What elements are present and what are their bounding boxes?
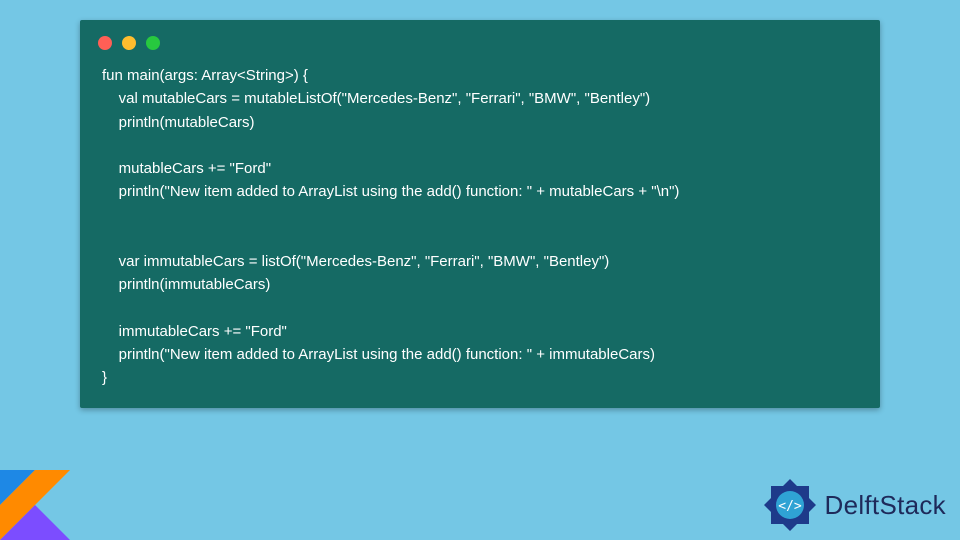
maximize-icon [146,36,160,50]
brand-block: </> DelftStack [761,476,947,534]
delftstack-logo-icon: </> [761,476,819,534]
close-icon [98,36,112,50]
brand-name: DelftStack [825,490,947,521]
minimize-icon [122,36,136,50]
code-content: fun main(args: Array<String>) { val muta… [80,58,880,390]
svg-text:</>: </> [778,499,802,514]
kotlin-logo-icon [0,470,70,540]
window-controls [80,20,880,58]
code-snippet-card: fun main(args: Array<String>) { val muta… [80,20,880,408]
